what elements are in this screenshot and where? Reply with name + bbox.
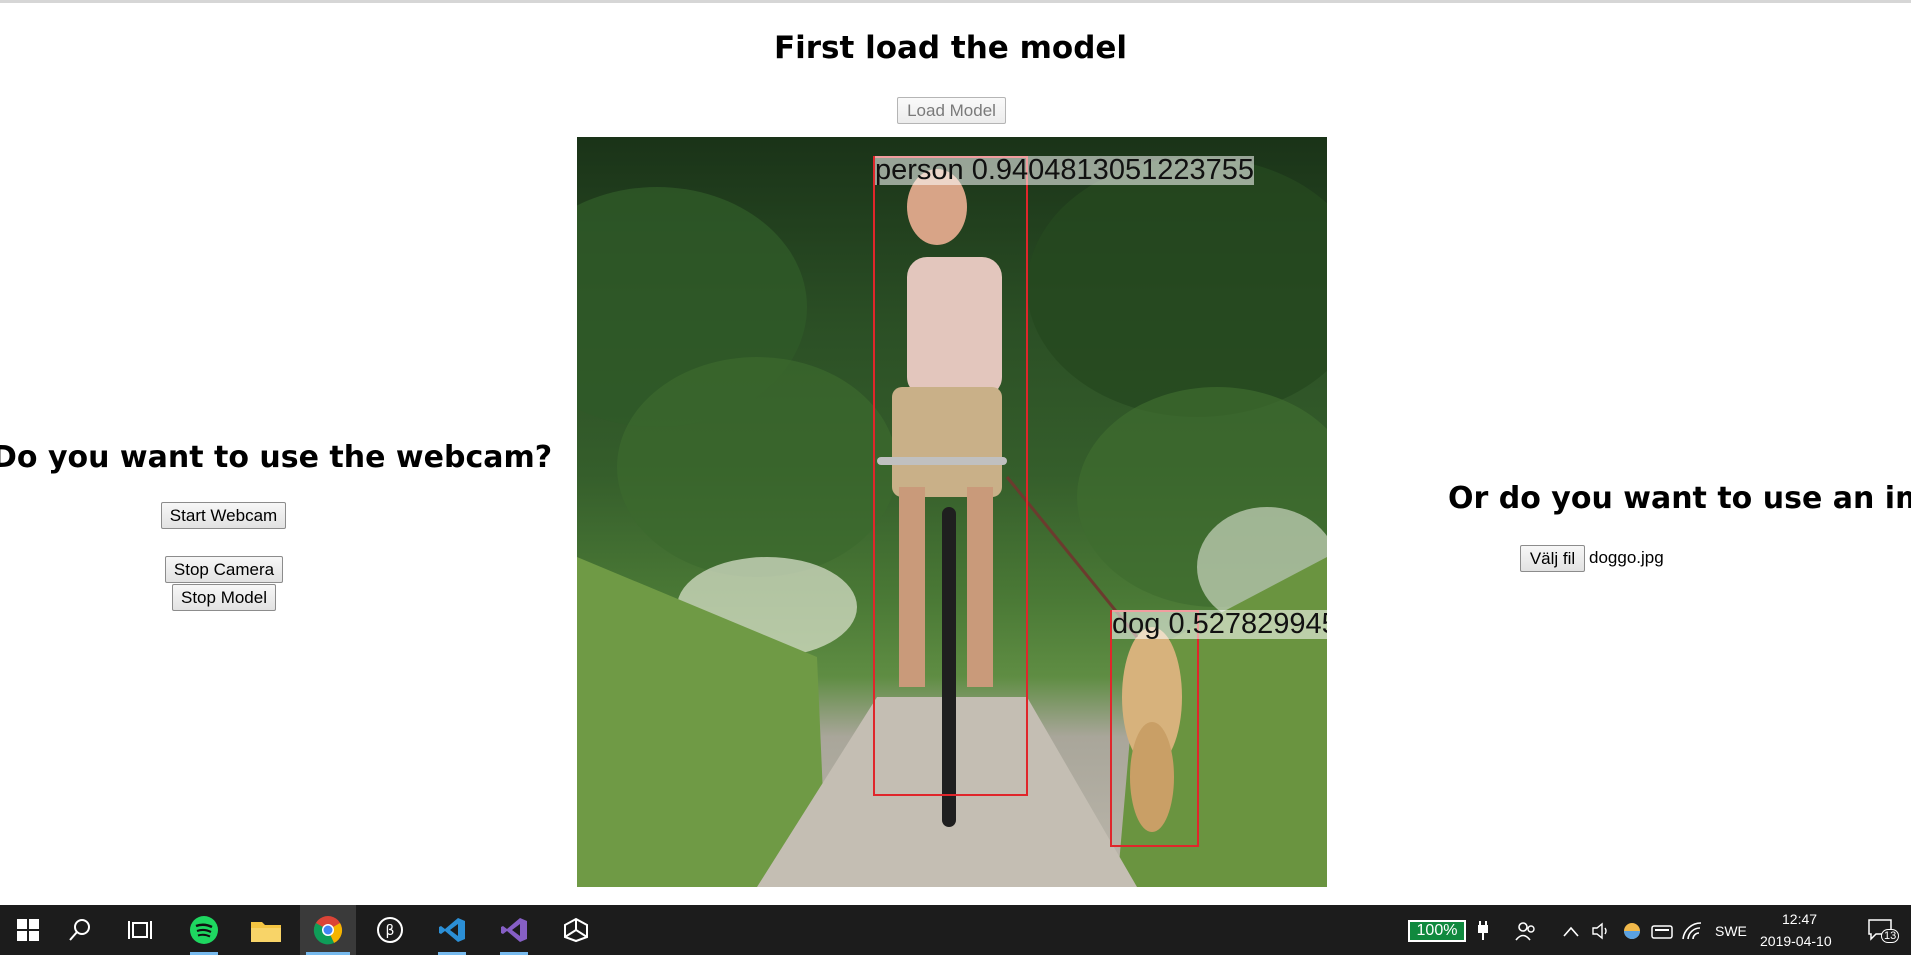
vscode-icon[interactable] — [424, 905, 480, 955]
visual-studio-icon[interactable] — [486, 905, 542, 955]
spotify-icon[interactable] — [176, 905, 232, 955]
speaker-icon[interactable] — [1591, 921, 1611, 941]
search-icon[interactable] — [52, 905, 108, 955]
people-icon[interactable] — [1515, 920, 1537, 942]
notifications-count: 13 — [1881, 929, 1900, 943]
dog-detection-label: dog 0.5278299450874329 — [1112, 610, 1327, 639]
task-view-icon[interactable] — [112, 905, 168, 955]
windows-start-icon[interactable] — [0, 905, 56, 955]
svg-text:β: β — [386, 923, 395, 939]
choose-file-button[interactable]: Välj fil — [1520, 545, 1585, 572]
plug-icon — [1476, 921, 1490, 941]
notifications-icon[interactable]: 13 — [1867, 917, 1900, 945]
wifi-icon[interactable] — [1681, 921, 1703, 941]
app-b-icon[interactable]: β — [362, 905, 418, 955]
file-explorer-icon[interactable] — [238, 905, 294, 955]
webcam-heading: Do you want to use the webcam? — [0, 440, 553, 475]
stop-model-button[interactable]: Stop Model — [172, 584, 276, 611]
detection-canvas: person 0.9404813051223755 dog 0.52782994… — [577, 137, 1327, 887]
person-bounding-box — [873, 156, 1028, 796]
unity-icon[interactable] — [548, 905, 604, 955]
image-heading: Or do you want to use an image? — [1448, 481, 1911, 516]
battery-indicator[interactable]: 100% — [1408, 920, 1466, 942]
start-webcam-button[interactable]: Start Webcam — [161, 502, 286, 529]
chevron-up-icon[interactable] — [1563, 924, 1579, 938]
page-title: First load the model — [773, 30, 1128, 66]
dog-bounding-box — [1110, 610, 1199, 847]
storage-icon[interactable] — [1651, 924, 1673, 940]
colored-ball-icon[interactable] — [1622, 921, 1642, 941]
clock-date[interactable]: 2019-04-10 — [1760, 933, 1832, 949]
person-detection-label: person 0.9404813051223755 — [875, 154, 1254, 186]
stop-camera-button[interactable]: Stop Camera — [165, 556, 283, 583]
selected-file-name: doggo.jpg — [1589, 548, 1664, 567]
load-model-button[interactable]: Load Model — [897, 97, 1006, 124]
clock-time[interactable]: 12:47 — [1782, 911, 1817, 927]
chrome-icon[interactable] — [300, 905, 356, 955]
language-indicator[interactable]: SWE — [1715, 923, 1747, 939]
browser-top-border — [0, 0, 1911, 3]
